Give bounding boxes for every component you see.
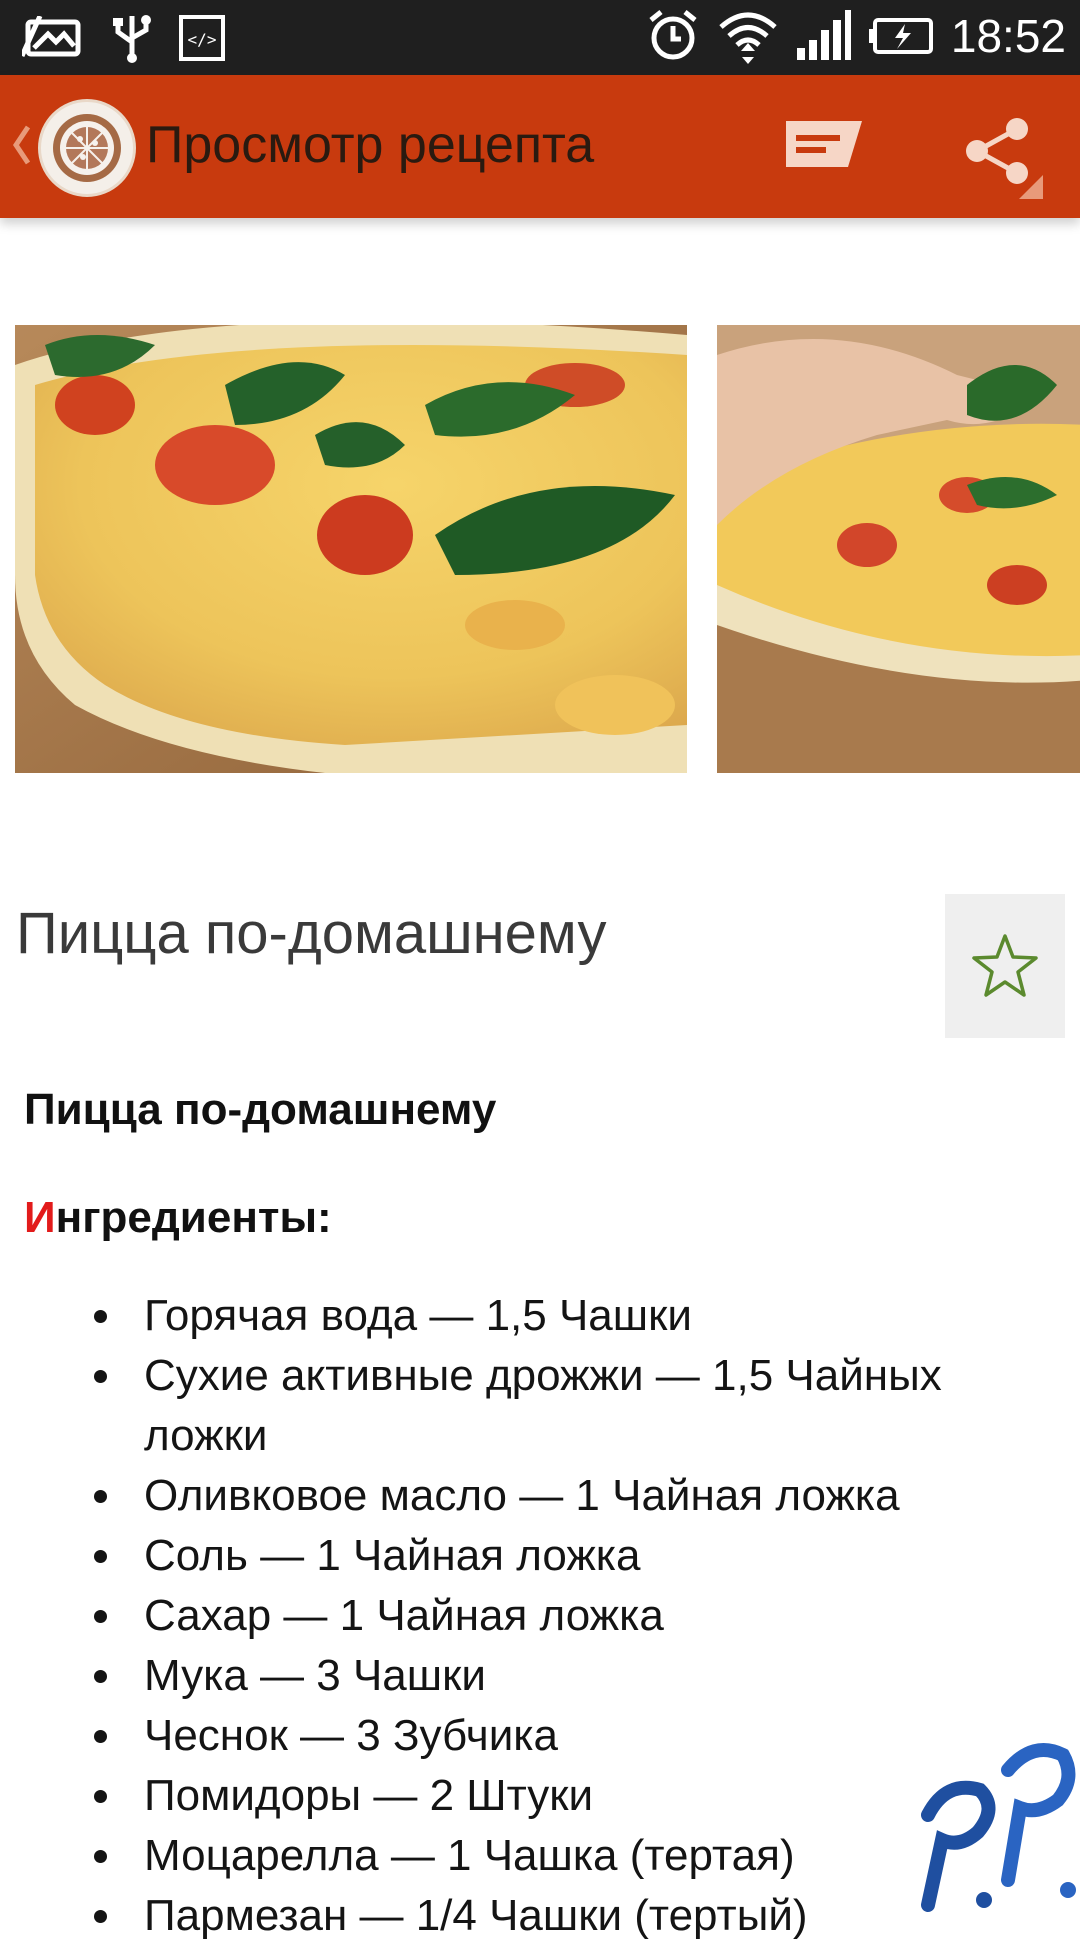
svg-text:</>: </> <box>188 30 217 49</box>
ingredients-heading-initial: И <box>24 1193 56 1242</box>
recipe-subtitle: Пицца по-домашнему <box>24 1085 497 1134</box>
star-outline-icon <box>972 934 1038 997</box>
list-item: Сахар — 1 Чайная ложка <box>94 1586 1064 1646</box>
list-item: Оливковое масло — 1 Чайная ложка <box>94 1466 1064 1526</box>
list-item: Соль — 1 Чайная ложка <box>94 1526 1064 1586</box>
watermark-logo <box>898 1720 1080 1920</box>
pizza-logo-icon[interactable] <box>38 99 136 197</box>
list-item: Сухие активные дрожжи — 1,5 Чайных ложки <box>94 1346 1064 1466</box>
wifi-icon <box>717 7 779 65</box>
ingredients-heading-text: нгредиенты: <box>55 1193 332 1242</box>
list-item: Горячая вода — 1,5 Чашки <box>94 1286 1064 1346</box>
message-icon <box>786 121 862 167</box>
usb-icon <box>110 12 154 64</box>
hand-adding-basil-photo[interactable] <box>717 325 1080 773</box>
developer-code-icon: </> <box>178 14 226 62</box>
photo-notification-icon <box>22 16 86 60</box>
message-button[interactable] <box>782 115 866 175</box>
photo-gallery[interactable] <box>0 325 1080 773</box>
alarm-icon <box>645 8 701 64</box>
battery-charging-icon <box>867 16 935 56</box>
cell-signal-icon <box>795 10 851 62</box>
screen-title: Просмотр рецепта <box>146 116 595 174</box>
app-bar: Просмотр рецепта <box>0 75 1080 218</box>
share-icon <box>966 118 1043 199</box>
share-button[interactable] <box>955 111 1045 201</box>
back-chevron-icon[interactable] <box>10 123 32 172</box>
favorite-button[interactable] <box>945 894 1065 1038</box>
list-item: Мука — 3 Чашки <box>94 1646 1064 1706</box>
status-bar: </> 18:52 <box>0 0 1080 75</box>
status-time: 18:52 <box>950 10 1066 62</box>
recipe-title: Пицца по-домашнему <box>16 901 607 966</box>
ingredients-heading: Ингредиенты: <box>24 1188 1064 1248</box>
pizza-with-basil-photo[interactable] <box>15 325 687 773</box>
